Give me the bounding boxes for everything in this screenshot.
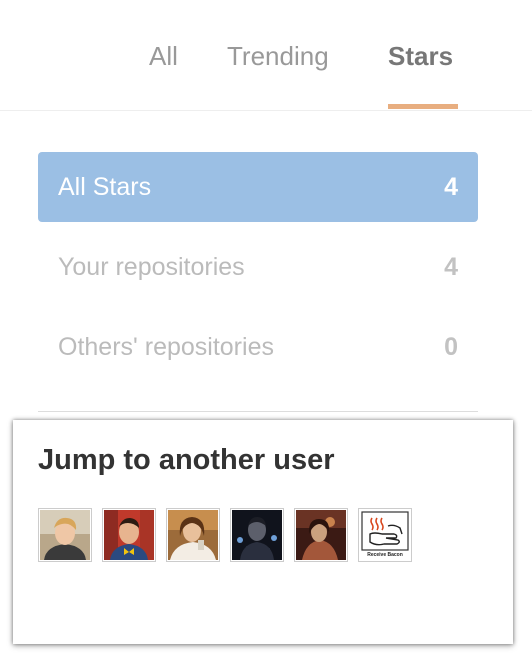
user-avatar-photo-icon	[232, 510, 282, 560]
user-avatar[interactable]	[102, 508, 156, 562]
filter-others-repositories[interactable]: Others' repositories 0	[38, 312, 478, 382]
filter-all-stars[interactable]: All Stars 4	[38, 152, 478, 222]
filter-count: 0	[444, 333, 458, 361]
user-avatar[interactable]	[230, 508, 284, 562]
receive-bacon-caption: Receive Bacon	[367, 552, 403, 558]
filter-label: All Stars	[58, 173, 152, 201]
user-avatar-photo-icon	[104, 510, 154, 560]
tab-bar: All Trending Stars	[0, 0, 532, 111]
filter-count: 4	[444, 173, 458, 201]
active-tab-indicator	[388, 104, 458, 109]
jump-title: Jump to another user	[38, 444, 335, 476]
user-avatar[interactable]	[38, 508, 92, 562]
tab-trending[interactable]: Trending	[227, 40, 329, 72]
section-divider	[38, 411, 478, 412]
filter-your-repositories[interactable]: Your repositories 4	[38, 232, 478, 302]
tab-all[interactable]: All	[149, 40, 178, 72]
user-avatar-photo-icon	[168, 510, 218, 560]
jump-to-user-popover: Jump to another user Receive Bacon	[13, 420, 513, 644]
user-avatar[interactable]	[294, 508, 348, 562]
user-avatar-photo-icon	[40, 510, 90, 560]
stars-panel: All Trending Stars All Stars 4 Your repo…	[0, 0, 532, 666]
filter-label: Others' repositories	[58, 333, 274, 361]
user-avatar-receive-bacon[interactable]: Receive Bacon	[358, 508, 412, 562]
tab-stars[interactable]: Stars	[388, 40, 453, 72]
user-avatar-photo-icon	[296, 510, 346, 560]
filter-count: 4	[444, 253, 458, 281]
user-avatar[interactable]	[166, 508, 220, 562]
filter-label: Your repositories	[58, 253, 245, 281]
